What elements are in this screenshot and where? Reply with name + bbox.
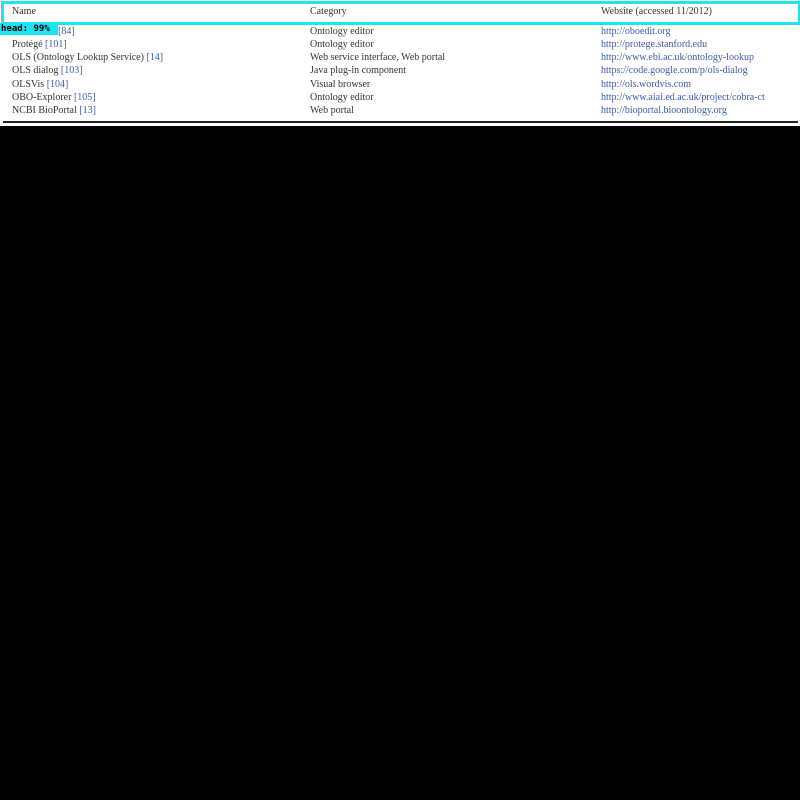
header-category: Category (310, 6, 347, 17)
row-ref-link[interactable]: [84] (58, 26, 75, 37)
table-row: OLSVis [104] Visual browser http://ols.w… (0, 78, 800, 91)
header-website: Website (accessed 11/2012) (601, 6, 713, 17)
row-website-link[interactable]: http://ols.wordvis.com (601, 78, 691, 91)
detection-label: head: 99% (0, 23, 58, 35)
row-ref-link[interactable]: [103] (61, 65, 83, 76)
row-website-link[interactable]: http://www.ebi.ac.uk/ontology-lookup (601, 51, 754, 64)
row-category: Visual browser (310, 79, 371, 90)
row-category: Ontology editor (310, 39, 374, 50)
row-category: Ontology editor (310, 92, 374, 103)
table-region: Name Category Website (accessed 11/2012)… (0, 0, 800, 126)
table-row: [84] Ontology editor http://oboedit.org (0, 25, 800, 38)
header-name: Name (12, 6, 36, 17)
row-website-link[interactable]: https://code.google.com/p/ols-dialog (601, 64, 748, 77)
row-ref-link[interactable]: [105] (74, 92, 96, 103)
row-name: OBO-Explorer (12, 92, 72, 103)
row-category: Java plug-in component (310, 65, 407, 76)
row-name: OLS (Ontology Lookup Service) (12, 52, 144, 63)
row-ref-link[interactable]: [13] (79, 105, 96, 116)
row-ref-link[interactable]: [14] (146, 52, 163, 63)
table-bottom-rule (3, 121, 798, 123)
table-header-row: Name Category Website (accessed 11/2012) (0, 5, 800, 19)
row-ref-link[interactable]: [101] (45, 39, 67, 50)
table-row: OBO-Explorer [105] Ontology editor http:… (0, 91, 800, 104)
row-website-link[interactable]: http://www.aiai.ed.ac.uk/project/cobra-c… (601, 91, 765, 104)
table-row: Protégé [101] Ontology editor http://pro… (0, 38, 800, 51)
row-category: Web service interface, Web portal (310, 52, 446, 63)
row-website-link[interactable]: http://protege.stanford.edu (601, 38, 707, 51)
table-row: OLS dialog [103] Java plug-in component … (0, 64, 800, 77)
row-category: Web portal (310, 105, 354, 116)
table-row: OLS (Ontology Lookup Service) [14] Web s… (0, 51, 800, 64)
table-row: NCBI BioPortal [13] Web portal http://bi… (0, 104, 800, 117)
row-category: Ontology editor (310, 26, 374, 37)
row-name: OLSVis (12, 79, 45, 90)
row-name: OLS dialog (12, 65, 59, 76)
row-website-link[interactable]: http://bioportal.bioontology.org (601, 104, 727, 117)
row-name: Protégé (12, 39, 43, 50)
row-website-link[interactable]: http://oboedit.org (601, 25, 671, 38)
row-name: NCBI BioPortal (12, 105, 77, 116)
row-ref-link[interactable]: [104] (47, 79, 69, 90)
